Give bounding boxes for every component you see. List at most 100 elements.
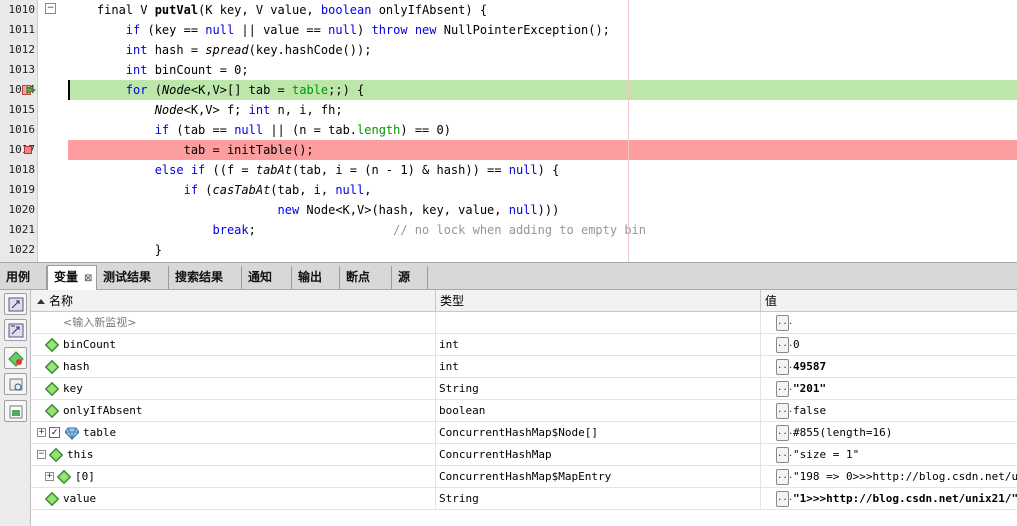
variable-type: String <box>439 382 479 395</box>
watch-add-button[interactable] <box>4 319 27 341</box>
code-token: || value == <box>234 23 329 37</box>
line-number: 1019 <box>8 183 36 196</box>
cell-value: ... "size = 1" <box>761 444 1017 466</box>
value-editor-button[interactable]: ... <box>776 447 793 463</box>
tab-1[interactable]: 用例 <box>0 266 47 290</box>
code-text: int binCount = 0; <box>68 60 249 80</box>
line-number: 1020 <box>8 203 36 216</box>
column-header-type-label: 类型 <box>440 294 465 308</box>
code-line[interactable]: 1015 Node<K,V> f; int n, i, fh; <box>0 100 1017 120</box>
code-line[interactable]: 1018 else if ((f = tabAt(tab, i = (n - 1… <box>0 160 1017 180</box>
code-token: if <box>125 23 141 37</box>
cell-type: int <box>436 334 761 356</box>
column-header-type[interactable]: 类型 <box>436 290 761 312</box>
code-line[interactable]: 1019 if (casTabAt(tab, i, null, <box>0 180 1017 200</box>
watch-checkbox[interactable]: ✓ <box>49 427 60 438</box>
table-row[interactable]: binCount int... 0 <box>31 334 1017 356</box>
code-token: binCount = 0; <box>147 63 249 77</box>
code-line[interactable]: 1010− final V putVal(K key, V value, boo… <box>0 0 1017 20</box>
cell-type: ConcurrentHashMap$MapEntry <box>436 466 761 488</box>
variable-name: value <box>63 492 97 505</box>
code-line[interactable]: 1022 } <box>0 240 1017 260</box>
code-editor[interactable]: 1010− final V putVal(K key, V value, boo… <box>0 0 1017 262</box>
tab-close-icon[interactable]: ⊠ <box>84 273 92 284</box>
code-line[interactable]: 1021 break; // no lock when adding to em… <box>0 220 1017 240</box>
line-number: 1011 <box>8 23 36 36</box>
expand-icon[interactable]: + <box>37 428 46 437</box>
variable-diamond-icon <box>45 338 59 352</box>
cell-type: ConcurrentHashMap <box>436 444 761 466</box>
tab-2[interactable]: 变量 ⊠ <box>47 265 97 291</box>
value-editor-button[interactable]: ... <box>776 337 793 353</box>
new-watch-input[interactable]: <输入新监视> <box>63 312 136 334</box>
table-row[interactable]: onlyIfAbsent boolean... false <box>31 400 1017 422</box>
table-row[interactable]: + ✓ table ConcurrentHashMap$Node[]... #855(l… <box>31 422 1017 444</box>
column-header-name[interactable]: 名称 <box>31 290 436 312</box>
value-editor-button[interactable]: ... <box>776 469 793 485</box>
variable-value: #855(length=16) <box>793 426 893 439</box>
column-header-value[interactable]: 值 <box>761 290 1017 312</box>
code-line[interactable]: 1017 tab = initTable(); <box>0 140 1017 160</box>
settings-button[interactable] <box>4 373 27 395</box>
code-token: } <box>68 243 162 257</box>
value-editor-button[interactable]: ... <box>776 315 793 331</box>
variable-name: hash <box>63 360 90 373</box>
collapse-icon[interactable]: − <box>37 450 46 459</box>
table-row[interactable]: key String... "201" <box>31 378 1017 400</box>
value-editor-button[interactable]: ... <box>776 491 793 507</box>
variable-type: int <box>439 338 459 351</box>
value-editor-button[interactable]: ... <box>776 381 793 397</box>
fold-collapse-icon[interactable]: − <box>45 3 56 14</box>
table-row[interactable]: − this ConcurrentHashMap... "size = 1" <box>31 444 1017 466</box>
variable-type: ConcurrentHashMap$MapEntry <box>439 470 612 483</box>
summary-button[interactable] <box>4 400 27 422</box>
code-line[interactable]: 1011 if (key == null || value == null) t… <box>0 20 1017 40</box>
code-token: final V <box>68 3 155 17</box>
variable-value: false <box>793 404 827 417</box>
tab-5[interactable]: 通知 <box>242 266 292 290</box>
code-token: ( <box>198 183 213 197</box>
settings-icon <box>9 378 23 391</box>
variable-diamond-icon <box>49 448 63 462</box>
code-line[interactable]: 1016 if (tab == null || (n = tab.length)… <box>0 120 1017 140</box>
code-token: ) == 0) <box>400 123 451 137</box>
code-line[interactable]: 1014 for (Node<K,V>[] tab = table;;) { <box>0 80 1017 100</box>
tab-8[interactable]: 源 <box>392 266 428 290</box>
code-line[interactable]: 1013 int binCount = 0; <box>0 60 1017 80</box>
program-counter-arrow-icon <box>22 85 36 95</box>
tab-3[interactable]: 测试结果 <box>97 266 169 290</box>
add-watch-button[interactable] <box>4 347 27 369</box>
breakpoint-icon[interactable] <box>24 146 32 154</box>
table-row[interactable]: value String... "1>>>http://blog.csdn.net/… <box>31 488 1017 510</box>
code-token: length <box>357 123 401 137</box>
code-line[interactable]: 1012 int hash = spread(key.hashCode()); <box>0 40 1017 60</box>
cell-type: ConcurrentHashMap$Node[] <box>436 422 761 444</box>
cell-type: String <box>436 488 761 510</box>
expand-icon[interactable]: + <box>45 472 54 481</box>
value-editor-button[interactable]: ... <box>776 403 793 419</box>
value-editor-button[interactable]: ... <box>776 425 793 441</box>
variable-name: onlyIfAbsent <box>63 404 143 417</box>
code-token: for <box>125 83 148 97</box>
variable-value: "198 => 0>>>http://blog.csdn.net/unix21/… <box>793 470 1017 483</box>
value-editor-button[interactable]: ... <box>776 359 793 375</box>
tab-6[interactable]: 输出 <box>292 266 340 290</box>
table-row[interactable]: + [0] ConcurrentHashMap$MapEntry... "198 =>… <box>31 466 1017 488</box>
watch-button[interactable] <box>4 293 27 315</box>
tab-4[interactable]: 搜索结果 <box>169 266 242 290</box>
code-line[interactable]: 1020 new Node<K,V>(hash, key, value, nul… <box>0 200 1017 220</box>
code-text: if (casTabAt(tab, i, null, <box>68 180 372 200</box>
cell-value: ... false <box>761 400 1017 422</box>
cell-type <box>436 312 761 334</box>
variable-type: int <box>439 360 459 373</box>
table-row[interactable]: <输入新监视>... <box>31 312 1017 334</box>
tab-7[interactable]: 断点 <box>340 266 392 290</box>
tab-label: 搜索结果 <box>175 270 224 284</box>
table-row[interactable]: hash int... 49587 <box>31 356 1017 378</box>
line-number: 1016 <box>8 123 36 136</box>
